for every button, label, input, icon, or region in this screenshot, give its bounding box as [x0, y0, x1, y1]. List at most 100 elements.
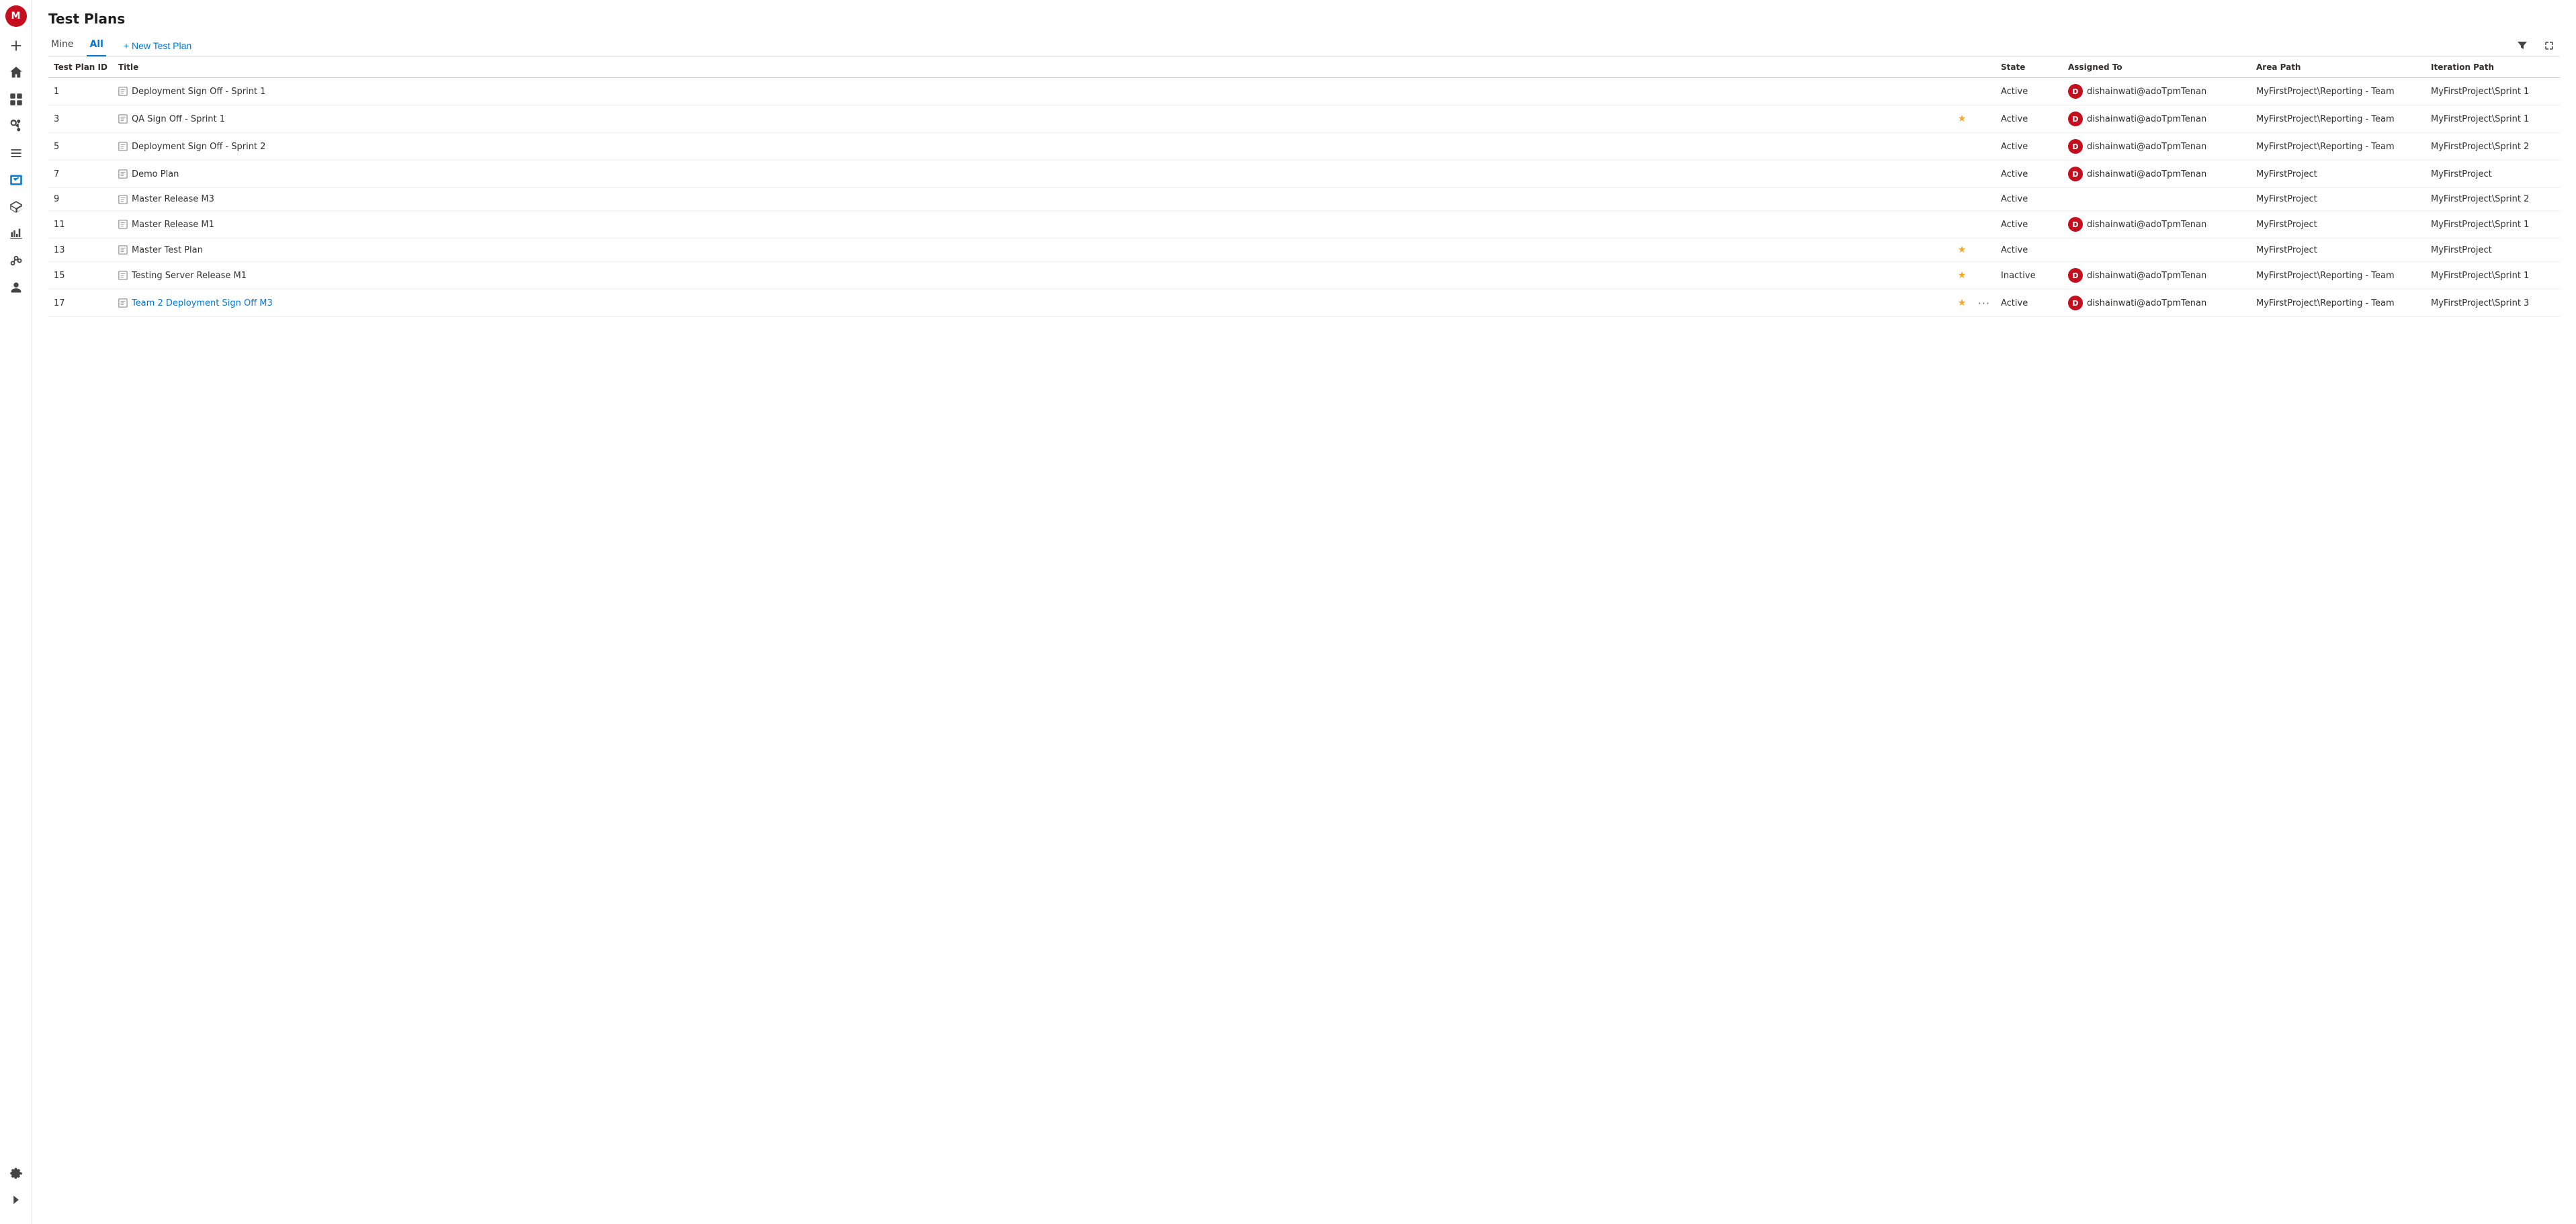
cell-assigned: Ddishainwati@adoTpmTenan [2063, 211, 2251, 238]
cell-iteration-path: MyFirstProject\Sprint 2 [2425, 133, 2560, 161]
nav-pipelines-icon[interactable] [4, 141, 28, 165]
nav-boards-icon[interactable] [4, 87, 28, 112]
nav-settings-icon[interactable] [4, 1161, 28, 1185]
assigned-name: dishainwati@adoTpmTenan [2087, 87, 2206, 97]
cell-iteration-path: MyFirstProject [2425, 161, 2560, 188]
cell-title: Master Test Plan [113, 238, 1952, 262]
col-header-title: Title [113, 57, 1952, 78]
expand-button[interactable] [2538, 35, 2560, 56]
star-filled-icon[interactable]: ★ [1958, 245, 1967, 255]
cell-iteration-path: MyFirstProject\Sprint 1 [2425, 262, 2560, 290]
cell-iteration-path: MyFirstProject\Sprint 3 [2425, 290, 2560, 317]
table-row: 5Deployment Sign Off - Sprint 2ActiveDdi… [48, 133, 2560, 161]
cell-iteration-path: MyFirstProject [2425, 238, 2560, 262]
cell-id: 1 [48, 78, 113, 105]
title-text: Master Test Plan [132, 245, 203, 255]
nav-repos-icon[interactable] [4, 114, 28, 138]
table-container: Test Plan ID Title State Assigned To Are… [32, 57, 2576, 1224]
new-test-plan-button[interactable]: + New Test Plan [117, 37, 198, 54]
cell-more [1973, 161, 1995, 188]
nav-reports-icon[interactable] [4, 222, 28, 246]
cell-more [1973, 133, 1995, 161]
cell-state: Active [1995, 290, 2063, 317]
filter-button[interactable] [2511, 35, 2533, 56]
star-filled-icon[interactable]: ★ [1958, 114, 1967, 124]
cell-star[interactable] [1952, 161, 1973, 188]
toolbar: Mine All + New Test Plan [48, 35, 2560, 56]
cell-iteration-path: MyFirstProject\Sprint 1 [2425, 78, 2560, 105]
avatar: D [2068, 84, 2083, 99]
nav-analytics-icon[interactable] [4, 249, 28, 273]
star-filled-icon[interactable]: ★ [1958, 298, 1967, 308]
cell-iteration-path: MyFirstProject\Sprint 2 [2425, 188, 2560, 211]
cell-star[interactable] [1952, 211, 1973, 238]
title-text: QA Sign Off - Sprint 1 [132, 114, 225, 124]
cell-more [1973, 262, 1995, 290]
cell-assigned: Ddishainwati@adoTpmTenan [2063, 161, 2251, 188]
cell-more [1973, 188, 1995, 211]
cell-state: Active [1995, 188, 2063, 211]
more-options-icon[interactable]: ··· [1978, 297, 1990, 310]
test-plan-icon [118, 271, 128, 280]
cell-assigned: Ddishainwati@adoTpmTenan [2063, 290, 2251, 317]
cell-star[interactable] [1952, 133, 1973, 161]
nav-testplans-icon[interactable] [4, 168, 28, 192]
cell-title: Master Release M1 [113, 211, 1952, 238]
star-filled-icon[interactable]: ★ [1958, 270, 1967, 281]
cell-state: Active [1995, 133, 2063, 161]
cell-area-path: MyFirstProject\Reporting - Team [2251, 262, 2425, 290]
test-plans-table: Test Plan ID Title State Assigned To Are… [48, 57, 2560, 317]
cell-star[interactable]: ★ [1952, 105, 1973, 133]
title-text[interactable]: Team 2 Deployment Sign Off M3 [132, 298, 273, 308]
cell-star[interactable]: ★ [1952, 290, 1973, 317]
avatar: D [2068, 112, 2083, 126]
tab-mine[interactable]: Mine [48, 35, 76, 56]
cell-more [1973, 105, 1995, 133]
cell-star[interactable]: ★ [1952, 238, 1973, 262]
cell-id: 15 [48, 262, 113, 290]
cell-more [1973, 78, 1995, 105]
cell-star[interactable] [1952, 188, 1973, 211]
nav-new-icon[interactable] [4, 34, 28, 58]
col-header-id: Test Plan ID [48, 57, 113, 78]
cell-id: 13 [48, 238, 113, 262]
title-text: Demo Plan [132, 169, 179, 179]
page-title: Test Plans [48, 11, 2560, 27]
cell-id: 5 [48, 133, 113, 161]
title-text: Deployment Sign Off - Sprint 2 [132, 142, 265, 152]
nav-stakeholder-icon[interactable] [4, 275, 28, 300]
cell-title[interactable]: Team 2 Deployment Sign Off M3 [113, 290, 1952, 317]
cell-title: QA Sign Off - Sprint 1 [113, 105, 1952, 133]
col-header-star [1952, 57, 1973, 78]
table-row: 17Team 2 Deployment Sign Off M3★···Activ… [48, 290, 2560, 317]
cell-title: Deployment Sign Off - Sprint 1 [113, 78, 1952, 105]
nav-collapse-icon[interactable] [4, 1188, 28, 1212]
table-row: 15Testing Server Release M1★InactiveDdis… [48, 262, 2560, 290]
test-plan-icon [118, 195, 128, 204]
cell-id: 7 [48, 161, 113, 188]
nav-artifacts-icon[interactable] [4, 195, 28, 219]
cell-title: Demo Plan [113, 161, 1952, 188]
cell-assigned [2063, 238, 2251, 262]
nav-home-icon[interactable] [4, 60, 28, 85]
cell-assigned: Ddishainwati@adoTpmTenan [2063, 105, 2251, 133]
cell-star[interactable] [1952, 78, 1973, 105]
cell-star[interactable]: ★ [1952, 262, 1973, 290]
avatar: D [2068, 139, 2083, 154]
cell-id: 9 [48, 188, 113, 211]
avatar: D [2068, 217, 2083, 232]
cell-title: Master Release M3 [113, 188, 1952, 211]
table-row: 3QA Sign Off - Sprint 1★ActiveDdishainwa… [48, 105, 2560, 133]
cell-area-path: MyFirstProject [2251, 238, 2425, 262]
assigned-name: dishainwati@adoTpmTenan [2087, 298, 2206, 308]
cell-title: Testing Server Release M1 [113, 262, 1952, 290]
cell-iteration-path: MyFirstProject\Sprint 1 [2425, 105, 2560, 133]
title-text: Master Release M3 [132, 194, 214, 204]
tab-all[interactable]: All [87, 35, 105, 56]
cell-more [1973, 211, 1995, 238]
main-content: Test Plans Mine All + New Test Plan Test… [32, 0, 2576, 1224]
cell-more[interactable]: ··· [1973, 290, 1995, 317]
assigned-name: dishainwati@adoTpmTenan [2087, 114, 2206, 124]
user-avatar[interactable]: M [5, 5, 27, 27]
title-text: Master Release M1 [132, 220, 214, 230]
